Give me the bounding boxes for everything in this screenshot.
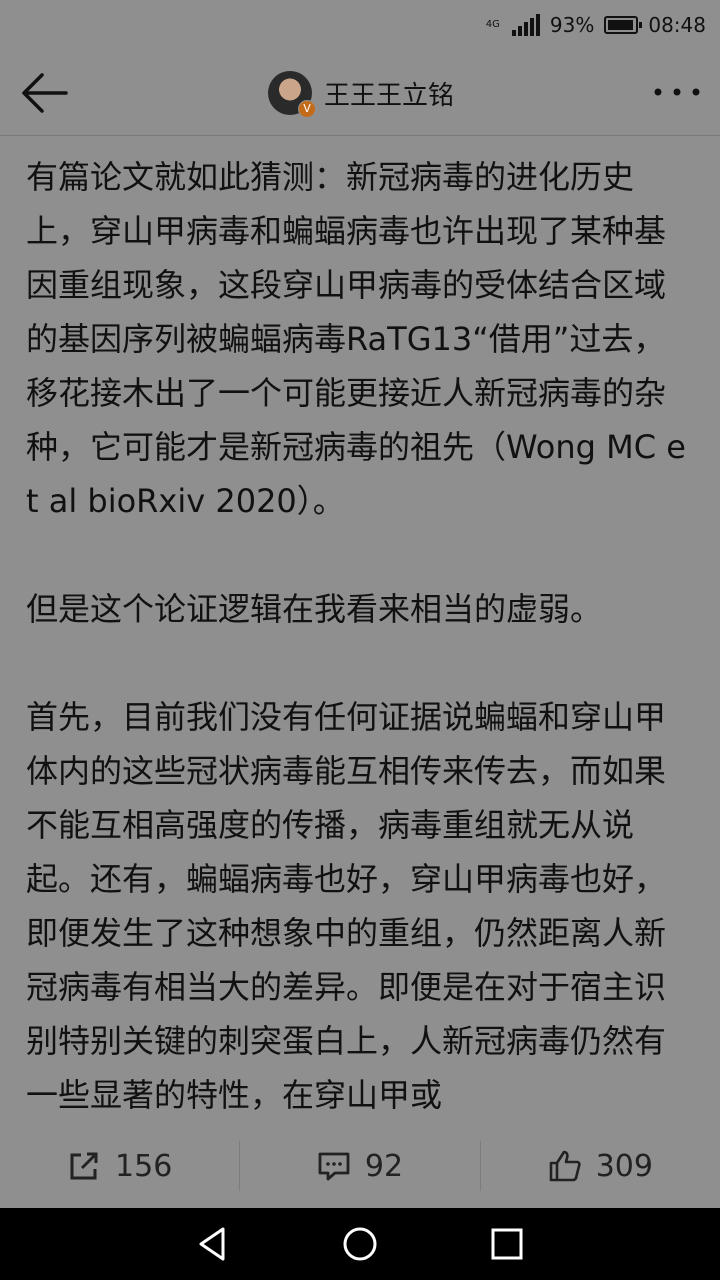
author-info[interactable]: V 王王王立铭 bbox=[268, 70, 454, 118]
comment-icon bbox=[318, 1152, 350, 1181]
avatar[interactable]: V bbox=[268, 71, 316, 118]
network-label: 4G bbox=[485, 19, 500, 30]
clock: 08:48 bbox=[648, 13, 706, 37]
more-button[interactable] bbox=[652, 80, 702, 104]
status-bar: 4G 93% 08:48 bbox=[0, 0, 720, 50]
signal-icon bbox=[511, 14, 540, 36]
battery-fill bbox=[608, 20, 633, 30]
comment-count: 92 bbox=[364, 1148, 404, 1184]
back-button[interactable] bbox=[18, 70, 70, 116]
post-header: V 王王王立铭 bbox=[0, 50, 720, 136]
paragraph: 有篇论文就如此猜测：新冠病毒的进化历史上，穿山甲病毒和蝙蝠病毒也许出现了某种基因… bbox=[26, 158, 686, 520]
article-body: 有篇论文就如此猜测：新冠病毒的进化历史上，穿山甲病毒和蝙蝠病毒也许出现了某种基因… bbox=[26, 150, 696, 1120]
comment-button[interactable]: 92 bbox=[239, 1141, 479, 1191]
like-count: 309 bbox=[595, 1148, 653, 1184]
system-nav-bar bbox=[0, 1208, 720, 1280]
share-button[interactable]: 156 bbox=[0, 1141, 239, 1191]
paragraph: 但是这个论证逻辑在我看来相当的虚弱。 bbox=[26, 590, 603, 628]
author-name[interactable]: 王王王立铭 bbox=[324, 75, 454, 112]
battery-percent: 93% bbox=[549, 13, 595, 37]
paragraph: 首先，目前我们没有任何证据说蝙蝠和穿山甲体内的这些冠状病毒能互相传来传去，而如果… bbox=[26, 698, 667, 1114]
share-count: 156 bbox=[115, 1148, 173, 1184]
nav-recents-icon[interactable] bbox=[487, 1224, 527, 1264]
arrow-left-icon bbox=[22, 73, 68, 113]
action-bar: 156 92 309 bbox=[0, 1124, 720, 1208]
more-dots-icon bbox=[654, 88, 700, 96]
thumbs-up-icon bbox=[549, 1150, 581, 1182]
battery-icon bbox=[604, 16, 643, 34]
nav-home-icon[interactable] bbox=[340, 1224, 380, 1264]
like-button[interactable]: 309 bbox=[479, 1141, 720, 1191]
share-icon bbox=[70, 1152, 98, 1180]
nav-back-icon[interactable] bbox=[193, 1224, 233, 1264]
verified-badge: V bbox=[298, 100, 316, 118]
